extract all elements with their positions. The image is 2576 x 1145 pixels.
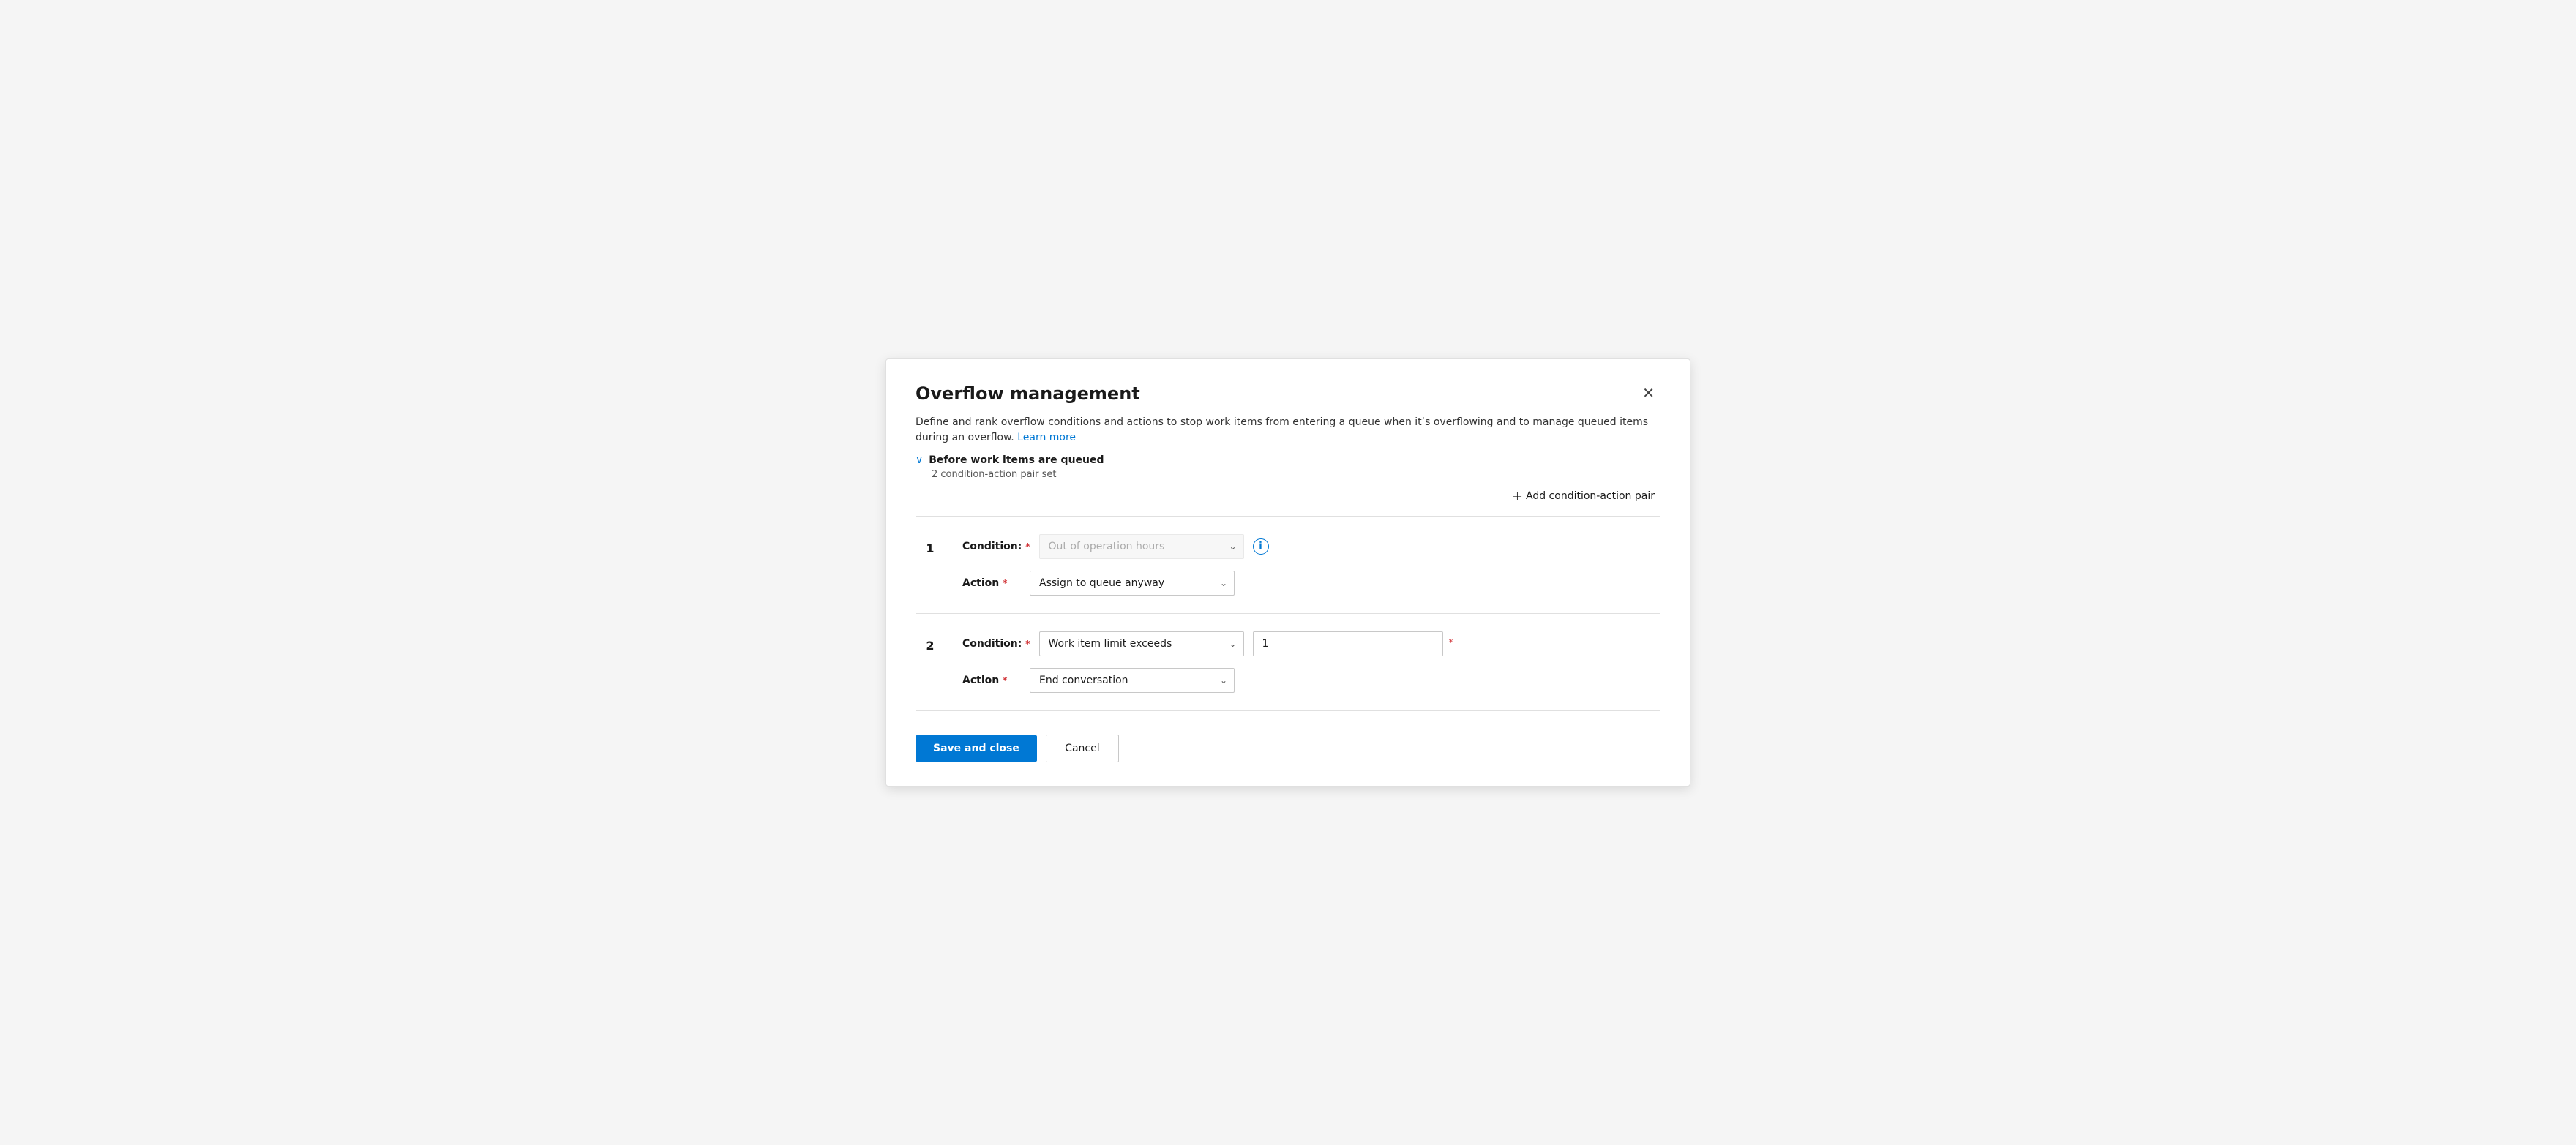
dialog-title: Overflow management (916, 383, 1140, 405)
condition-field-group-2: Condition: * Work item limit exceeds ⌄ * (962, 631, 1660, 656)
action-select-2[interactable]: End conversation ⌄ (1030, 668, 1235, 693)
plus-icon: + (1512, 489, 1523, 504)
section-subtitle: 2 condition-action pair set (932, 469, 1660, 480)
number-input-wrapper: * (1253, 631, 1443, 656)
row-number-1: 1 (916, 534, 945, 555)
condition-field-group-1: Condition: * Out of operation hours ⌄ i (962, 534, 1660, 559)
action-field-group-1: Action * Assign to queue anyway ⌄ (962, 571, 1660, 596)
dialog-footer: Save and close Cancel (916, 735, 1660, 762)
learn-more-link[interactable]: Learn more (1017, 432, 1076, 443)
save-and-close-button[interactable]: Save and close (916, 735, 1037, 762)
condition-label-1: Condition: * (962, 541, 1030, 552)
work-item-limit-input[interactable] (1253, 631, 1443, 656)
add-condition-action-pair-button[interactable]: + Add condition-action pair (1506, 486, 1660, 507)
action-field-group-2: Action * End conversation ⌄ (962, 668, 1660, 693)
section-title: Before work items are queued (929, 454, 1104, 466)
action-dropdown-2[interactable]: End conversation (1030, 668, 1235, 693)
action-label-2: Action * (962, 675, 1021, 686)
add-pair-row: + Add condition-action pair (916, 486, 1660, 517)
condition-dropdown-2[interactable]: Work item limit exceeds (1039, 631, 1244, 656)
dialog-header: Overflow management ✕ (916, 383, 1660, 405)
condition-select-1[interactable]: Out of operation hours ⌄ (1039, 534, 1244, 559)
limit-required-star: * (1449, 637, 1453, 647)
condition-select-2[interactable]: Work item limit exceeds ⌄ (1039, 631, 1244, 656)
condition-required-star-2: * (1025, 639, 1030, 649)
action-required-star-2: * (1003, 675, 1007, 686)
condition-dropdown-1[interactable]: Out of operation hours (1039, 534, 1244, 559)
action-dropdown-1[interactable]: Assign to queue anyway (1030, 571, 1235, 596)
action-label-1: Action * (962, 577, 1021, 589)
add-pair-label: Add condition-action pair (1526, 490, 1655, 502)
row-fields-2: Condition: * Work item limit exceeds ⌄ *… (962, 631, 1660, 693)
condition-required-star-1: * (1025, 541, 1030, 552)
cancel-button[interactable]: Cancel (1046, 735, 1119, 762)
section-header: ∨ Before work items are queued (916, 454, 1660, 466)
overflow-management-dialog: Overflow management ✕ Define and rank ov… (886, 358, 1690, 786)
condition-row-2: 2 Condition: * Work item limit exceeds ⌄… (916, 614, 1660, 711)
condition-label-2: Condition: * (962, 638, 1030, 650)
row-number-2: 2 (916, 631, 945, 653)
condition-row-1: 1 Condition: * Out of operation hours ⌄ … (916, 517, 1660, 614)
action-required-star-1: * (1003, 578, 1007, 588)
row-fields-1: Condition: * Out of operation hours ⌄ i … (962, 534, 1660, 596)
close-button[interactable]: ✕ (1636, 383, 1660, 403)
dialog-description: Define and rank overflow conditions and … (916, 415, 1660, 446)
info-icon-1[interactable]: i (1253, 538, 1269, 555)
section-chevron-icon[interactable]: ∨ (916, 454, 923, 466)
action-select-1[interactable]: Assign to queue anyway ⌄ (1030, 571, 1235, 596)
